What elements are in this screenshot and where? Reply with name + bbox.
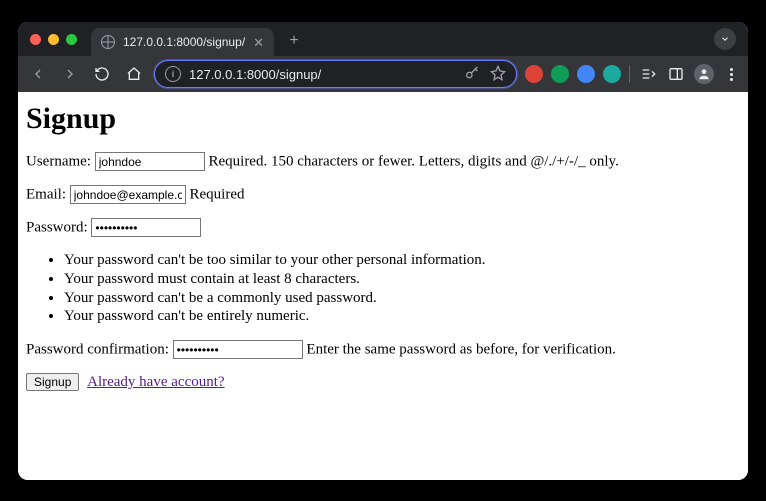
close-window-button[interactable]: [30, 34, 41, 45]
password-confirm-row: Password confirmation: Enter the same pa…: [26, 340, 740, 359]
email-input[interactable]: [70, 185, 186, 204]
minimize-window-button[interactable]: [48, 34, 59, 45]
bookmark-star-icon[interactable]: [490, 65, 506, 84]
site-info-icon[interactable]: i: [165, 66, 181, 82]
page-content: Signup Username: Required. 150 character…: [18, 92, 748, 480]
extension-4-icon[interactable]: [603, 65, 621, 83]
browser-menu-button[interactable]: [722, 68, 740, 81]
expand-tabs-button[interactable]: [714, 28, 736, 50]
extension-1-icon[interactable]: [525, 65, 543, 83]
extension-icons: [525, 65, 621, 83]
username-row: Username: Required. 150 characters or fe…: [26, 152, 740, 171]
media-controls-icon[interactable]: [638, 66, 658, 82]
browser-tab[interactable]: 127.0.0.1:8000/signup/ ✕: [91, 28, 274, 56]
tab-bar: 127.0.0.1:8000/signup/ ✕ +: [18, 22, 748, 56]
extension-2-icon[interactable]: [551, 65, 569, 83]
email-row: Email: Required: [26, 185, 740, 204]
address-bar[interactable]: i 127.0.0.1:8000/signup/: [154, 60, 517, 88]
actions-row: Signup Already have account?: [26, 373, 740, 391]
password-rule: Your password can't be entirely numeric.: [64, 307, 740, 326]
password-confirm-label: Password confirmation:: [26, 342, 169, 358]
password-input[interactable]: [91, 218, 201, 237]
profile-avatar[interactable]: [694, 64, 714, 84]
browser-toolbar: i 127.0.0.1:8000/signup/: [18, 56, 748, 92]
globe-icon: [101, 35, 115, 49]
tab-title: 127.0.0.1:8000/signup/: [123, 35, 245, 49]
window-controls: [30, 34, 77, 45]
signup-button[interactable]: Signup: [26, 373, 79, 391]
username-label: Username:: [26, 154, 91, 170]
home-button[interactable]: [122, 62, 146, 86]
page-title: Signup: [26, 102, 740, 136]
forward-button[interactable]: [58, 62, 82, 86]
password-row: Password:: [26, 218, 740, 237]
username-input[interactable]: [95, 152, 205, 171]
email-help: Required: [190, 187, 245, 203]
close-tab-button[interactable]: ✕: [253, 36, 264, 49]
password-rule: Your password can't be a commonly used p…: [64, 289, 740, 308]
email-label: Email:: [26, 187, 66, 203]
toolbar-divider: [629, 65, 630, 83]
password-confirm-input[interactable]: [173, 340, 303, 359]
already-have-account-link[interactable]: Already have account?: [87, 374, 224, 390]
password-rule: Your password must contain at least 8 ch…: [64, 270, 740, 289]
password-label: Password:: [26, 220, 88, 236]
new-tab-button[interactable]: +: [284, 32, 304, 50]
password-rule: Your password can't be too similar to yo…: [64, 251, 740, 270]
back-button[interactable]: [26, 62, 50, 86]
username-help: Required. 150 characters or fewer. Lette…: [208, 154, 618, 170]
maximize-window-button[interactable]: [66, 34, 77, 45]
browser-window: 127.0.0.1:8000/signup/ ✕ + i 127.0.0.1:8…: [18, 22, 748, 480]
password-key-icon[interactable]: [464, 65, 480, 84]
url-text: 127.0.0.1:8000/signup/: [189, 67, 456, 82]
panel-icon[interactable]: [666, 66, 686, 82]
password-rules-list: Your password can't be too similar to yo…: [26, 251, 740, 326]
reload-button[interactable]: [90, 62, 114, 86]
extension-3-icon[interactable]: [577, 65, 595, 83]
password-confirm-help: Enter the same password as before, for v…: [306, 342, 615, 358]
